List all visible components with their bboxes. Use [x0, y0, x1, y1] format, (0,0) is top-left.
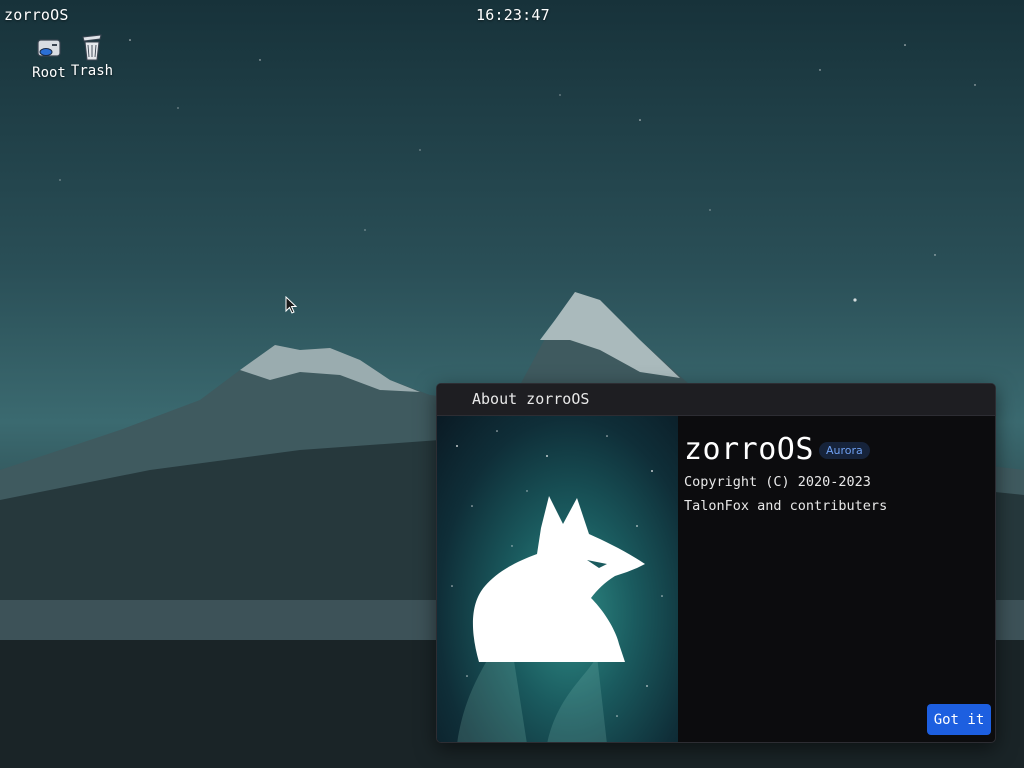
trash-icon: [82, 34, 102, 61]
mouse-cursor-icon: [285, 296, 298, 314]
app-name-label[interactable]: zorroOS: [4, 6, 69, 24]
got-it-button[interactable]: Got it: [927, 704, 991, 735]
dialog-titlebar[interactable]: About zorroOS: [437, 384, 995, 416]
desktop-icon-label: Trash: [70, 63, 114, 79]
clock: 16:23:47: [476, 6, 550, 24]
product-name: zorroOS: [684, 432, 814, 467]
desktop-icon-trash[interactable]: Trash: [70, 32, 114, 79]
about-dialog: About zorroOS zorroOS Aurora Copyright (…: [436, 383, 996, 743]
fox-icon: [472, 496, 645, 662]
dialog-artwork: [437, 416, 678, 742]
desktop-icon-label: Root: [32, 65, 66, 81]
dialog-title: About zorroOS: [472, 390, 590, 408]
authors-text: TalonFox and contributers: [684, 498, 888, 514]
drive-icon: [37, 39, 61, 57]
copyright-text: Copyright (C) 2020-2023: [684, 474, 871, 490]
version-badge: Aurora: [819, 442, 870, 459]
desktop-icon-root[interactable]: Root: [27, 34, 71, 81]
